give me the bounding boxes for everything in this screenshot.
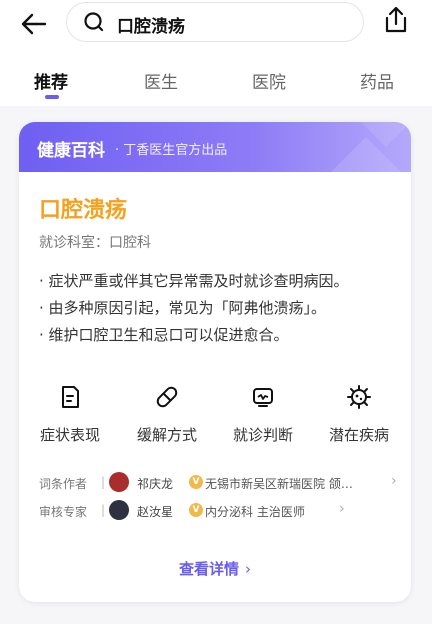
divider: | bbox=[101, 503, 106, 517]
feature-consult[interactable]: 就诊判断 bbox=[223, 384, 303, 445]
search-query[interactable]: 口腔溃疡 bbox=[117, 12, 185, 37]
reviewer-avatar bbox=[109, 500, 129, 520]
card-brand: 健康百科 bbox=[37, 141, 105, 161]
feature-label: 就诊判断 bbox=[232, 426, 293, 444]
share-icon[interactable] bbox=[380, 4, 412, 36]
author-affiliation: 无锡市新吴区新瑞医院 颌… bbox=[205, 477, 353, 491]
feature-relief[interactable]: 缓解方式 bbox=[127, 384, 207, 445]
tab-recommend[interactable]: 推荐 bbox=[34, 68, 68, 93]
back-arrow-icon[interactable] bbox=[18, 8, 50, 40]
summary-list: · 症状严重或伴其它异常需及时就诊查明病因。 · 由多种原因引起，常见为「阿弗他… bbox=[39, 268, 399, 349]
author-avatar bbox=[109, 472, 129, 492]
author-name: 祁庆龙 bbox=[137, 477, 174, 491]
verified-badge-icon: V bbox=[189, 503, 203, 517]
summary-item: · 维护口腔卫生和忌口可以促进愈合。 bbox=[39, 326, 289, 344]
virus-icon bbox=[347, 385, 371, 409]
tab-medicine[interactable]: 药品 bbox=[360, 68, 394, 93]
feature-grid: 症状表现 缓解方式 就诊判断 潜在疾病 bbox=[19, 384, 411, 454]
author-row[interactable]: 词条作者 | 祁庆龙 V 无锡市新吴区新瑞医院 颌… › bbox=[39, 472, 401, 494]
divider: | bbox=[101, 475, 106, 489]
view-details-label: 查看详情 bbox=[178, 560, 239, 578]
header-decoration-icon bbox=[331, 122, 411, 172]
encyclopedia-card: 健康百科 · 丁香医生官方出品 口腔溃疡 就诊科室：口腔科 · 症状严重或伴其它… bbox=[19, 122, 411, 602]
verified-badge-icon: V bbox=[189, 475, 203, 489]
feature-label: 缓解方式 bbox=[136, 426, 197, 444]
feature-symptoms[interactable]: 症状表现 bbox=[30, 384, 110, 445]
reviewer-row[interactable]: 审核专家 | 赵汝星 V 内分泌科 主治医师 › bbox=[39, 500, 401, 522]
card-header: 健康百科 · 丁香医生官方出品 bbox=[19, 122, 411, 172]
chevron-right-icon: › bbox=[391, 473, 397, 489]
card-source: · 丁香医生官方出品 bbox=[115, 143, 228, 158]
chevron-right-icon: › bbox=[245, 560, 251, 578]
feature-label: 潜在疾病 bbox=[328, 426, 389, 444]
tab-bar: 推荐 医生 医院 药品 bbox=[0, 50, 432, 106]
department-label: 就诊科室：口腔科 bbox=[39, 235, 151, 251]
chevron-right-icon: › bbox=[339, 501, 345, 517]
tab-hospital[interactable]: 医院 bbox=[252, 68, 286, 93]
view-details-link[interactable]: 查看详情 › bbox=[19, 558, 411, 579]
top-bar: 口腔溃疡 bbox=[0, 0, 432, 50]
reviewer-affiliation: 内分泌科 主治医师 bbox=[205, 505, 305, 519]
feature-label: 症状表现 bbox=[39, 426, 100, 444]
active-tab-indicator bbox=[45, 95, 59, 99]
reviewer-role: 审核专家 bbox=[39, 505, 88, 519]
card-title[interactable]: 口腔溃疡 bbox=[39, 192, 127, 224]
author-role: 词条作者 bbox=[39, 477, 88, 491]
search-box[interactable]: 口腔溃疡 bbox=[66, 2, 364, 42]
search-icon bbox=[84, 12, 104, 32]
summary-item: · 症状严重或伴其它异常需及时就诊查明病因。 bbox=[39, 272, 349, 290]
pill-icon bbox=[156, 386, 178, 408]
feature-diseases[interactable]: 潜在疾病 bbox=[319, 384, 399, 445]
tab-doctor[interactable]: 医生 bbox=[144, 68, 178, 93]
symptom-icon bbox=[62, 386, 79, 408]
reviewer-name: 赵汝星 bbox=[137, 505, 174, 519]
summary-item: · 由多种原因引起，常见为「阿弗他溃疡」。 bbox=[39, 299, 327, 317]
consult-icon bbox=[253, 388, 273, 407]
